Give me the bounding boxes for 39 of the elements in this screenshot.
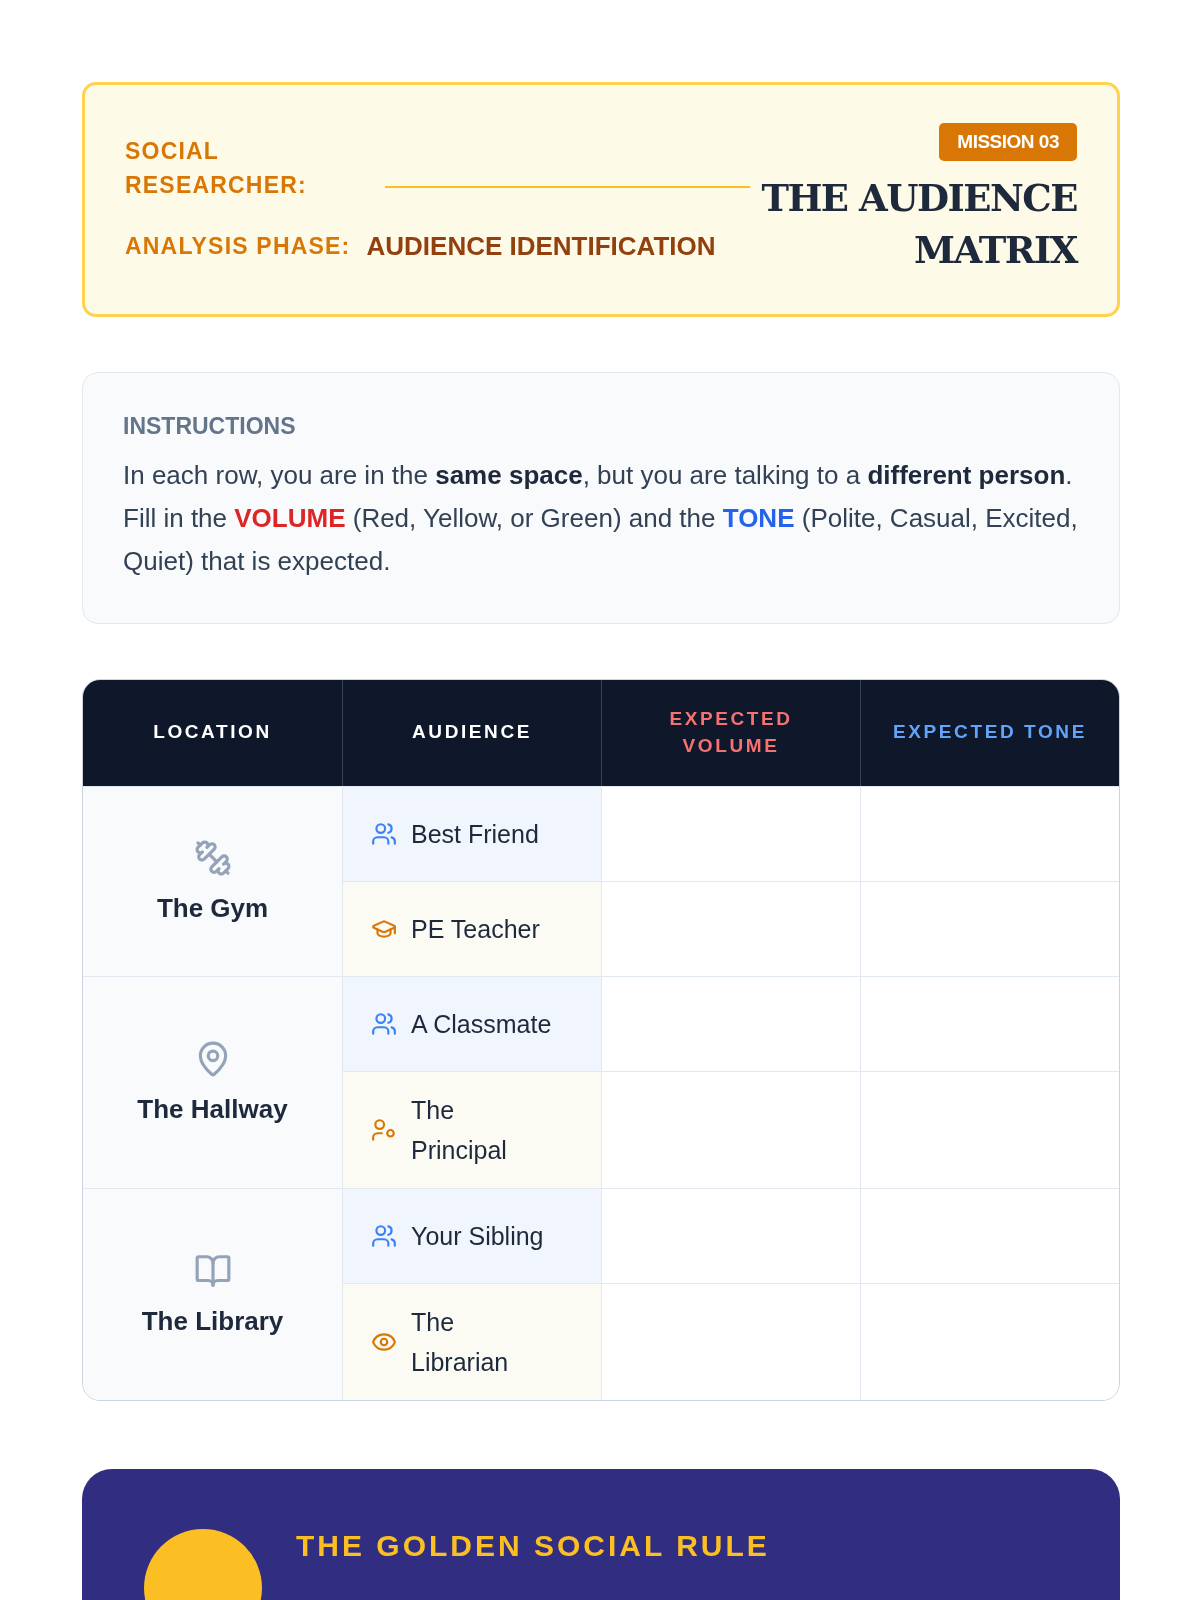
name-fill-in-line[interactable] xyxy=(385,186,750,189)
people-icon xyxy=(371,1222,397,1249)
location-name: The Hallway xyxy=(137,1093,288,1125)
location-name: The Library xyxy=(141,1305,284,1337)
tone-answer-box[interactable] xyxy=(860,880,1119,976)
person-badge-icon xyxy=(371,1116,397,1143)
column-header: LOCATION xyxy=(83,679,342,786)
column-header: EXPECTED VOLUME xyxy=(601,679,860,786)
dumbbell-icon xyxy=(193,838,232,877)
people-icon xyxy=(371,820,397,847)
volume-answer-box[interactable] xyxy=(601,785,860,881)
column-header: EXPECTED TONE xyxy=(860,679,1119,786)
audience-name: The Librarian xyxy=(411,1306,510,1378)
audience-name: Best Friend xyxy=(411,818,539,850)
tone-answer-box[interactable] xyxy=(860,975,1119,1071)
people-icon xyxy=(371,1010,397,1037)
worksheet-title: THE AUDIENCE MATRIX xyxy=(760,174,1077,274)
instructions-text: In each row, you are in the same space, but you are talking to a different person. Fill in the VOLUME (Red, Yellow, or Green) and the TONE (Polite, Casual, Excited, Quiet) that is expected. xyxy=(123,459,1079,578)
volume-answer-box[interactable] xyxy=(601,975,860,1071)
rule-title: THE GOLDEN SOCIAL RULE xyxy=(296,1528,770,1564)
tone-answer-box[interactable] xyxy=(860,1070,1119,1188)
tone-answer-box[interactable] xyxy=(860,785,1119,881)
location-name: The Gym xyxy=(156,892,269,924)
phase-value: AUDIENCE IDENTIFICATION xyxy=(366,231,716,263)
column-header: AUDIENCE xyxy=(342,679,601,786)
volume-answer-box[interactable] xyxy=(601,1282,860,1400)
tone-answer-box[interactable] xyxy=(860,1187,1119,1283)
audience-name: A Classmate xyxy=(411,1008,552,1040)
audience-name: PE Teacher xyxy=(411,913,540,945)
mission-badge: MISSION 03 xyxy=(939,122,1077,161)
instructions-heading: INSTRUCTIONS xyxy=(123,413,297,440)
phase-label: ANALYSIS PHASE: xyxy=(125,232,351,262)
volume-answer-box[interactable] xyxy=(601,1070,860,1188)
volume-answer-box[interactable] xyxy=(601,880,860,976)
audience-name: The Principal xyxy=(411,1094,508,1166)
volume-answer-box[interactable] xyxy=(601,1187,860,1283)
researcher-label: SOCIAL RESEARCHER: xyxy=(125,137,308,200)
audience-name: Your Sibling xyxy=(411,1220,544,1252)
tone-answer-box[interactable] xyxy=(860,1282,1119,1400)
